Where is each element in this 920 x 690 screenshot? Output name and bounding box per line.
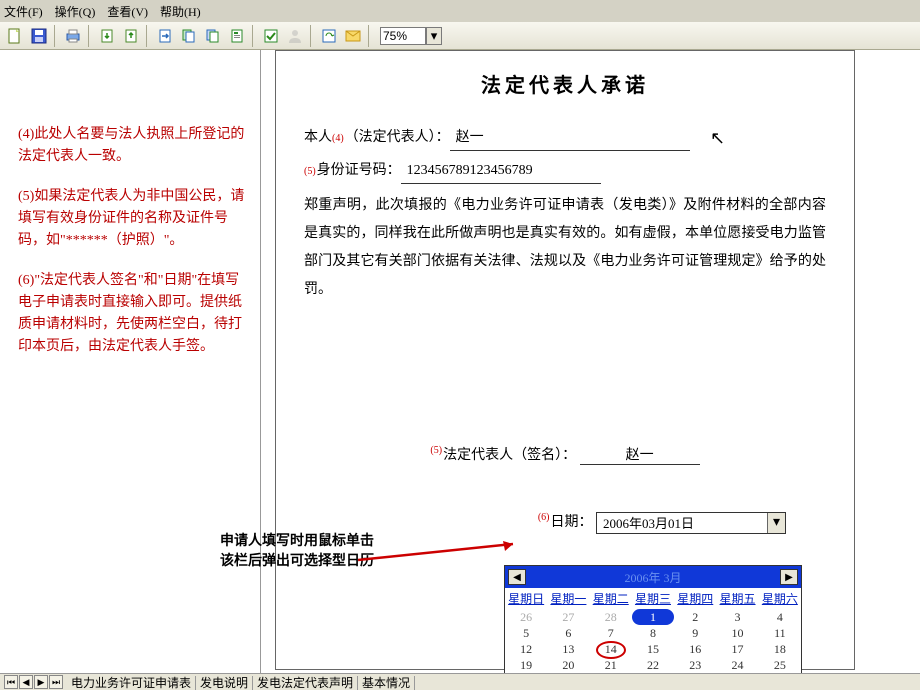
date-input[interactable] [597, 513, 767, 533]
label-date: 日期： [551, 515, 593, 530]
menu-view[interactable]: 查看(V) [107, 3, 148, 20]
calendar-day[interactable]: 1 [632, 609, 674, 625]
calendar-day[interactable]: 27 [547, 609, 589, 625]
calendar-day[interactable]: 28 [590, 609, 632, 625]
sup-sig: (5) [430, 445, 442, 456]
sup-4: (4) [332, 127, 344, 151]
calendar-day[interactable]: 17 [716, 641, 758, 657]
calendar-day[interactable]: 15 [632, 641, 674, 657]
paste-icon[interactable] [202, 25, 224, 47]
import2-icon[interactable] [154, 25, 176, 47]
calendar-day[interactable]: 22 [632, 657, 674, 673]
declaration-body: 郑重声明，此次填报的《电力业务许可证申请表（发电类）》及附件材料的全部内容是真实… [304, 192, 826, 304]
note-4: (4)此处人名要与法人执照上所登记的法定代表人一致。 [18, 124, 250, 168]
menu-help[interactable]: 帮助(H) [160, 3, 201, 20]
calendar-day[interactable]: 11 [759, 625, 801, 641]
weekday-header: 星期四 [674, 588, 716, 609]
calendar-day[interactable]: 5 [505, 625, 547, 641]
export-icon[interactable] [120, 25, 142, 47]
label-repr: （法定代表人）： [345, 126, 450, 150]
sup-date: (6) [538, 512, 550, 523]
weekday-header: 星期二 [590, 588, 632, 609]
new-icon[interactable] [4, 25, 26, 47]
cursor-icon: ↖ [710, 128, 725, 149]
sup-5: (5) [304, 160, 316, 184]
id-field[interactable]: 123456789123456789 [401, 159, 601, 184]
calendar-day[interactable]: 19 [505, 657, 547, 673]
copy2-icon[interactable] [226, 25, 248, 47]
calendar-day[interactable]: 3 [716, 609, 758, 625]
menu-operate[interactable]: 操作(Q) [55, 3, 96, 20]
signature-field[interactable]: 赵一 [580, 444, 700, 465]
calendar-day[interactable]: 10 [716, 625, 758, 641]
date-combo[interactable]: ▾ [596, 512, 786, 534]
weekday-header: 星期一 [547, 588, 589, 609]
next-month-icon[interactable]: ▶ [780, 569, 798, 585]
label-id: 身份证号码： [317, 159, 401, 183]
calendar-day[interactable]: 25 [759, 657, 801, 673]
import-icon[interactable] [96, 25, 118, 47]
sheet-tab[interactable]: 发电法定代表声明 [253, 676, 358, 690]
calendar-day[interactable]: 13 [547, 641, 589, 657]
notes-panel: (4)此处人名要与法人执照上所登记的法定代表人一致。 (5)如果法定代表人为非中… [0, 50, 260, 673]
calendar-day[interactable]: 8 [632, 625, 674, 641]
sheet-tab[interactable]: 电力业务许可证申请表 [67, 676, 196, 690]
doc-title: 法定代表人承诺 [304, 69, 826, 98]
calendar-day[interactable]: 7 [590, 625, 632, 641]
sheet-tab[interactable]: 发电说明 [196, 676, 253, 690]
chevron-down-icon[interactable]: ▾ [767, 513, 785, 533]
label-self: 本人 [304, 126, 332, 150]
sheet-tab[interactable]: 基本情况 [358, 676, 415, 690]
zoom-control[interactable]: ▾ [380, 27, 442, 45]
calendar-day[interactable]: 21 [590, 657, 632, 673]
calendar-day[interactable]: 6 [547, 625, 589, 641]
note-5: (5)如果法定代表人为非中国公民，请填写有效身份证件的名称及证件号码，如"***… [18, 186, 250, 252]
calendar-day[interactable]: 16 [674, 641, 716, 657]
weekday-header: 星期五 [716, 588, 758, 609]
instruction-callout: 申请人填写时用鼠标单击 该栏后弹出可选择型日历 [220, 532, 374, 572]
toolbar: ▾ [0, 22, 920, 50]
prev-month-icon[interactable]: ◀ [508, 569, 526, 585]
calendar-day[interactable]: 20 [547, 657, 589, 673]
arrow-icon [358, 540, 528, 566]
calendar-day[interactable]: 26 [505, 609, 547, 625]
calendar-title: 2006年 3月 [624, 569, 681, 586]
date-picker[interactable]: ◀ 2006年 3月 ▶ 星期日星期一星期二星期三星期四星期五星期六 26272… [504, 565, 802, 690]
weekday-header: 星期六 [759, 588, 801, 609]
mail-icon[interactable] [342, 25, 364, 47]
calendar-day[interactable]: 24 [716, 657, 758, 673]
zoom-input[interactable] [380, 27, 426, 45]
calendar-day[interactable]: 12 [505, 641, 547, 657]
tab-nav[interactable]: ⏮◀▶⏭ [4, 675, 63, 689]
refresh-icon[interactable] [318, 25, 340, 47]
sheet-tabs: ⏮◀▶⏭ 电力业务许可证申请表发电说明发电法定代表声明基本情况 [0, 673, 920, 690]
label-signature: 法定代表人（签名）： [443, 448, 576, 463]
name-field[interactable]: 赵一 [450, 126, 690, 151]
calendar-day[interactable]: 18 [759, 641, 801, 657]
copy-icon[interactable] [178, 25, 200, 47]
check-icon[interactable] [260, 25, 282, 47]
save-icon[interactable] [28, 25, 50, 47]
menu-bar: 文件(F) 操作(Q) 查看(V) 帮助(H) [0, 0, 920, 22]
calendar-day[interactable]: 2 [674, 609, 716, 625]
weekday-header: 星期三 [632, 588, 674, 609]
weekday-header: 星期日 [505, 588, 547, 609]
zoom-dropdown-icon[interactable]: ▾ [426, 27, 442, 45]
calendar-day[interactable]: 9 [674, 625, 716, 641]
user-icon[interactable] [284, 25, 306, 47]
print-icon[interactable] [62, 25, 84, 47]
calendar-day[interactable]: 23 [674, 657, 716, 673]
note-6: (6)"法定代表人签名"和"日期"在填写电子申请表时直接输入即可。提供纸质申请材… [18, 270, 250, 358]
menu-file[interactable]: 文件(F) [4, 3, 43, 20]
calendar-day[interactable]: 14 [590, 641, 632, 657]
calendar-day[interactable]: 4 [759, 609, 801, 625]
